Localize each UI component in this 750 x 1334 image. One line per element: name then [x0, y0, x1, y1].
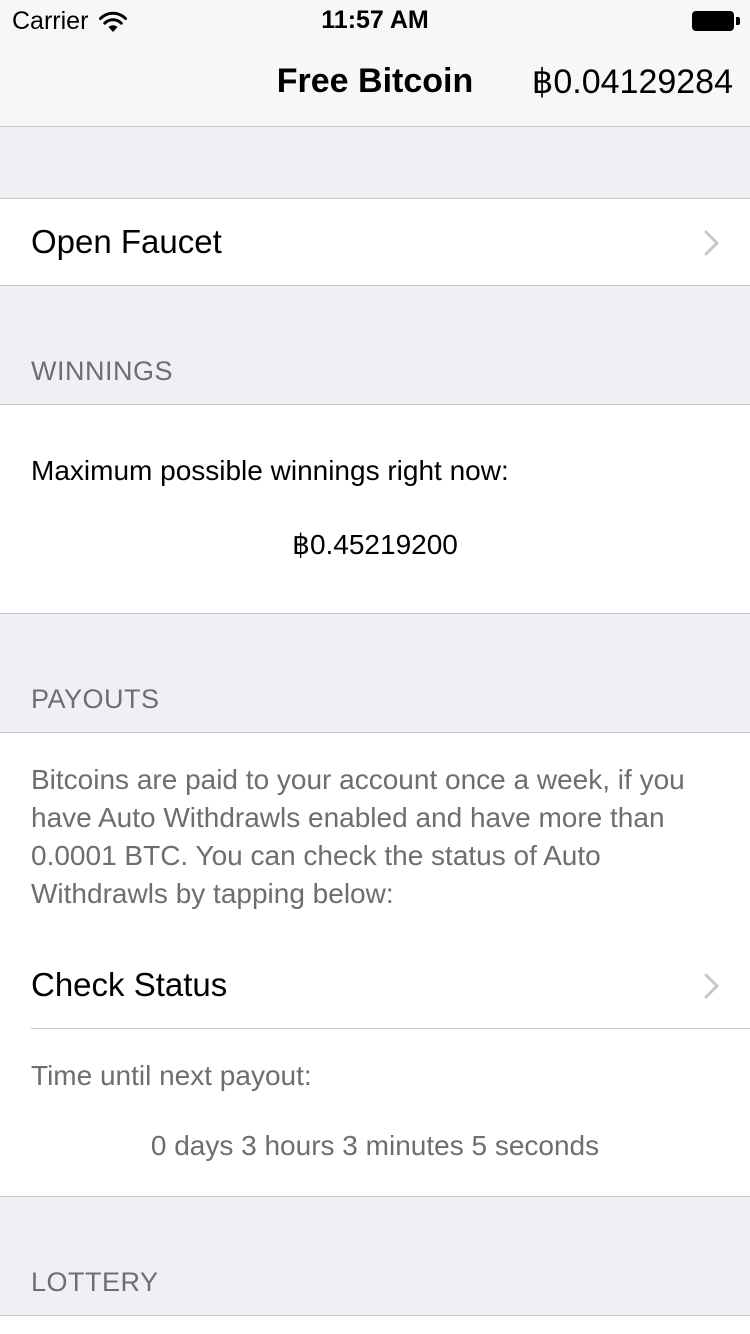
lottery-cell	[0, 1315, 750, 1334]
winnings-value: ฿0.45219200	[292, 529, 458, 560]
payouts-description-line: Bitcoins are paid to your account once a…	[31, 764, 685, 795]
check-status-row[interactable]: Check Status	[0, 941, 750, 1029]
payouts-section-header: PAYOUTS	[31, 684, 160, 714]
payouts-cell: Bitcoins are paid to your account once a…	[0, 732, 750, 1197]
payouts-description-line: 0.0001 BTC. You can check the status of …	[31, 840, 601, 871]
status-time: 11:57 AM	[321, 6, 429, 34]
next-payout-label: Time until next payout:	[31, 1060, 312, 1091]
payout-countdown: 0 days 3 hours 3 minutes 5 seconds	[150, 1130, 600, 1161]
battery-icon	[692, 11, 740, 31]
lottery-section-header: LOTTERY	[31, 1267, 159, 1297]
chevron-right-icon	[704, 973, 719, 999]
open-faucet-row[interactable]: Open Faucet	[0, 198, 750, 286]
winnings-section-header: WINNINGS	[31, 356, 173, 386]
payouts-description: Bitcoins are paid to your account once a…	[31, 761, 685, 913]
navigation-bar: Carrier 11:57 AM Free Bitcoin ฿0.0412928…	[0, 0, 750, 127]
open-faucet-label: Open Faucet	[31, 223, 222, 260]
row-separator	[31, 1028, 750, 1029]
chevron-right-icon	[704, 230, 719, 256]
winnings-label: Maximum possible winnings right now:	[31, 455, 509, 486]
payouts-description-line: Withdrawls by tapping below:	[31, 878, 394, 909]
app-screen: Carrier 11:57 AM Free Bitcoin ฿0.0412928…	[0, 0, 750, 1334]
winnings-cell: Maximum possible winnings right now: ฿0.…	[0, 404, 750, 614]
payouts-description-line: have Auto Withdrawls enabled and have mo…	[31, 802, 665, 833]
balance-label: ฿0.04129284	[531, 63, 733, 101]
check-status-label: Check Status	[31, 966, 228, 1003]
